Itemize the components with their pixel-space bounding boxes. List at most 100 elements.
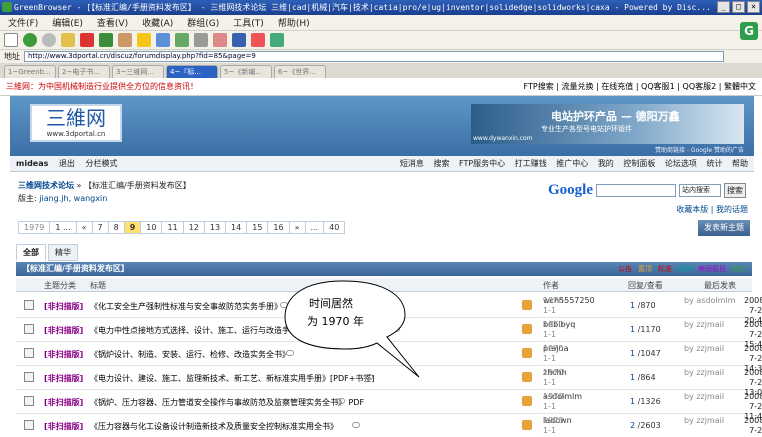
favorites-star-icon[interactable] — [137, 33, 151, 47]
site-top-links[interactable]: FTP搜索 | 流量兑换 | 在线充值 | QQ客服1 | QQ客服2 | 繁體… — [524, 81, 756, 92]
row-title[interactable]: 《锅炉、压力容器、压力管道安全操作与事故防范及监察管理实务全书》 PDF — [90, 397, 364, 408]
breadcrumb-home[interactable]: 三维网技术论坛 — [18, 181, 74, 190]
page-13[interactable]: 13 — [203, 221, 227, 234]
row-category[interactable]: [非扫描版] — [44, 421, 83, 432]
table-row[interactable]: [非扫描版] 《压力容器与化工设备设计制造新技术及质量安全控制标准实用全书》 lad… — [16, 414, 762, 437]
groups-icon[interactable] — [175, 33, 189, 47]
stop-icon[interactable] — [80, 33, 94, 47]
url-input[interactable]: http://www.3dportal.cn/discuz/forumdispl… — [24, 51, 724, 62]
new-page-icon[interactable] — [4, 33, 18, 47]
tab-1[interactable]: 1~Greenb... — [4, 65, 56, 78]
breadcrumb-current: 【标准汇编/手册资料发布区】 — [84, 181, 191, 190]
page-10[interactable]: 10 — [140, 221, 163, 234]
image-icon[interactable] — [251, 33, 265, 47]
row-category[interactable]: [非扫描版] — [44, 349, 83, 360]
settings-gear-icon[interactable] — [194, 33, 208, 47]
minimize-button[interactable]: _ — [717, 1, 730, 13]
search-button[interactable]: 搜索 — [724, 183, 746, 198]
tab-digest[interactable]: 精华 — [48, 244, 78, 261]
legend-answer: 解答 — [678, 265, 692, 273]
row-category[interactable]: [非扫描版] — [44, 373, 83, 384]
row-last-by[interactable]: by zzjmail — [684, 392, 724, 402]
save-icon[interactable] — [232, 33, 246, 47]
refresh-icon[interactable] — [99, 33, 113, 47]
app-icon — [2, 2, 12, 12]
menu-view[interactable]: 查看(V) — [97, 16, 128, 29]
site-logo[interactable]: 三維网 www.3dportal.cn — [30, 104, 122, 142]
history-icon[interactable] — [213, 33, 227, 47]
row-author-date: 1970-1-1 — [543, 392, 567, 411]
search-input[interactable] — [596, 184, 676, 197]
forward-icon[interactable] — [42, 33, 56, 47]
nav-search[interactable]: 搜索 — [433, 159, 449, 168]
tab-5[interactable]: 5~《新编... — [220, 65, 272, 78]
nav-earn[interactable]: 打工赚钱 — [515, 159, 547, 168]
nav-stats[interactable]: 统计 — [706, 159, 722, 168]
undo-icon[interactable] — [156, 33, 170, 47]
nav-my[interactable]: 我的 — [598, 159, 614, 168]
menu-favorites[interactable]: 收藏(A) — [142, 16, 173, 29]
breadcrumb-sep: » — [76, 181, 82, 190]
my-topics-link[interactable]: 我的话题 — [716, 205, 748, 214]
greenbrowser-logo-icon: G — [740, 22, 758, 40]
maximize-button[interactable]: □ — [732, 1, 745, 13]
row-last-by[interactable]: by zzjmail — [684, 344, 724, 354]
menu-tools[interactable]: 工具(T) — [233, 16, 264, 29]
tab-4[interactable]: 4~『标... — [166, 65, 218, 78]
tab-3[interactable]: 3~三维网... — [112, 65, 164, 78]
print-icon[interactable] — [270, 33, 284, 47]
page-12[interactable]: 12 — [182, 221, 205, 234]
logo-url: www.3dportal.cn — [46, 130, 106, 138]
tab-2[interactable]: 2~电子书... — [58, 65, 110, 78]
row-title[interactable]: 《化工安全生产强制性标准与安全事故防范实务手册》 — [90, 301, 282, 312]
menu-file[interactable]: 文件(F) — [8, 16, 38, 29]
row-last-by[interactable]: by zzjmail — [684, 368, 724, 378]
tab-bar: 1~Greenb... 2~电子书... 3~三维网... 4~『标... 5~… — [0, 63, 762, 78]
menu-edit[interactable]: 编辑(E) — [52, 16, 83, 29]
nav-messages[interactable]: 短消息 — [400, 159, 424, 168]
page-next[interactable]: » — [288, 221, 306, 234]
page-14[interactable]: 14 — [225, 221, 248, 234]
menu-groups[interactable]: 群组(G) — [187, 16, 219, 29]
split-mode-toggle[interactable]: 分栏模式 — [85, 159, 117, 168]
search-scope-select[interactable]: 站内搜索 — [679, 184, 721, 197]
row-category[interactable]: [非扫描版] — [44, 301, 83, 312]
tools-icon[interactable] — [61, 33, 75, 47]
row-last-by[interactable]: by zzjmail — [684, 416, 724, 426]
page-7[interactable]: 7 — [91, 221, 109, 234]
nav-ftp[interactable]: FTP服务中心 — [459, 159, 505, 168]
mods-list[interactable]: jiang.jh, wangxin — [39, 194, 107, 203]
username[interactable]: mideas — [16, 159, 48, 168]
page-11[interactable]: 11 — [161, 221, 184, 234]
row-last-by[interactable]: by zzjmail — [684, 320, 724, 330]
tab-all[interactable]: 全部 — [16, 244, 46, 261]
tab-6[interactable]: 6~《世界... — [274, 65, 326, 78]
nav-options[interactable]: 论坛选项 — [665, 159, 697, 168]
row-replies: 1 / 1326 — [630, 397, 661, 406]
logout-link[interactable]: 退出 — [59, 159, 75, 168]
nav-promo[interactable]: 推广中心 — [556, 159, 588, 168]
table-row[interactable]: [非扫描版] 《锅炉、压力容器、压力管道安全操作与事故防范及监察管理实务全书》 P… — [16, 390, 762, 421]
row-title[interactable]: 《压力容器与化工设备设计制造新技术及质量安全控制标准实用全书》 — [90, 421, 338, 432]
home-icon[interactable] — [118, 33, 132, 47]
nav-help[interactable]: 帮助 — [732, 159, 748, 168]
row-title[interactable]: 《锅炉设计、制造、安装、运行、检修、改造实务全书》 — [90, 349, 290, 360]
close-button[interactable]: × — [747, 1, 760, 13]
row-last-time[interactable]: 2008-7-29 10:28 — [744, 416, 762, 437]
page-first[interactable]: 1 ... — [49, 221, 77, 234]
page-15[interactable]: 15 — [246, 221, 269, 234]
fav-forum-link[interactable]: 收藏本版 — [676, 205, 708, 214]
row-category[interactable]: [非扫描版] — [44, 325, 83, 336]
row-last-by[interactable]: by asdolmlm — [684, 296, 735, 306]
row-category[interactable]: [非扫描版] — [44, 397, 83, 408]
page-last[interactable]: 40 — [323, 221, 346, 234]
page-16[interactable]: 16 — [267, 221, 290, 234]
back-icon[interactable] — [23, 33, 37, 47]
row-reply-count: 2 — [630, 421, 636, 430]
page-prev[interactable]: « — [75, 221, 93, 234]
new-topic-button[interactable]: 发表新主题 — [698, 220, 750, 236]
nav-control[interactable]: 控制面板 — [623, 159, 655, 168]
page-8[interactable]: 8 — [107, 221, 125, 234]
ad-banner[interactable]: 电站护环产品 — 德阳万鑫 专业生产各型号电站护环锻件 www.dywanxin… — [471, 104, 744, 144]
menu-help[interactable]: 帮助(H) — [278, 16, 310, 29]
